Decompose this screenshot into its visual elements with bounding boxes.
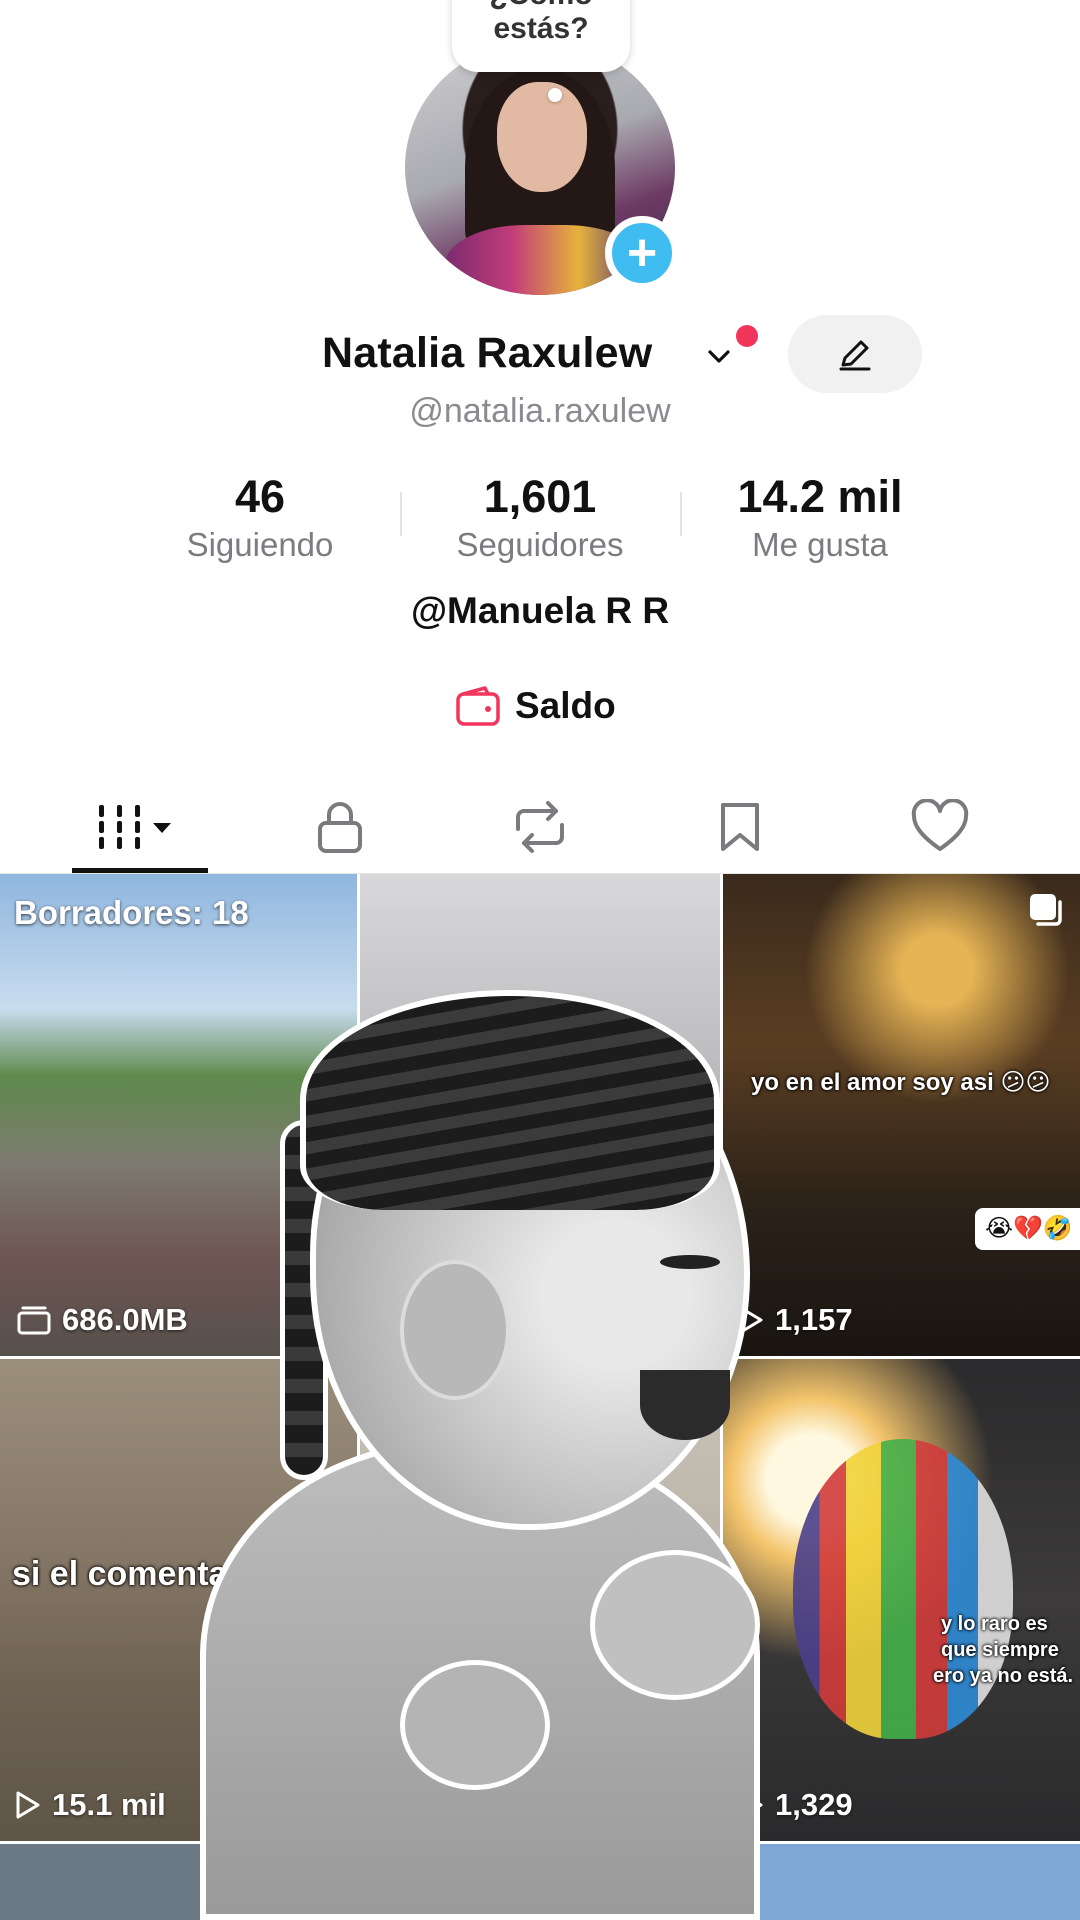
stat-label: Me gusta xyxy=(752,526,888,563)
stat-divider xyxy=(680,492,682,536)
stack-icon xyxy=(17,1306,51,1335)
balance-button[interactable]: Saldo xyxy=(455,680,616,732)
pencil-icon xyxy=(839,340,871,371)
bubble-tail xyxy=(548,88,562,102)
notification-dot xyxy=(736,325,758,347)
emoji-sticker: 😭💔🤣 xyxy=(975,1208,1080,1250)
grid-icon xyxy=(99,805,171,849)
username-handle: @natalia.raxulew xyxy=(409,392,671,430)
profile-stats: 46 Siguiendo 1,601 Seguidores 14.2 mil M… xyxy=(0,470,1080,570)
status-bubble-line1: ¿Cómo xyxy=(452,0,630,12)
balloon-image xyxy=(793,1439,1013,1739)
stat-value: 14.2 mil xyxy=(737,471,903,522)
drafts-size-value: 686.0MB xyxy=(62,1302,188,1337)
play-icon xyxy=(16,1791,40,1819)
video-tile[interactable] xyxy=(723,1844,1080,1920)
plus-icon: + xyxy=(626,224,658,282)
photo-carousel-icon xyxy=(1030,894,1062,926)
laughing-child-sticker xyxy=(200,970,760,1920)
active-tab-indicator xyxy=(72,868,208,873)
tab-private[interactable] xyxy=(240,780,440,874)
stat-value: 46 xyxy=(234,471,286,522)
stat-following[interactable]: 46 Siguiendo xyxy=(140,470,380,566)
heart-icon xyxy=(911,799,969,851)
tab-reposts[interactable] xyxy=(440,780,640,874)
video-tile[interactable]: y lo raro es que siempre ero ya no está.… xyxy=(723,1359,1080,1841)
chevron-down-icon[interactable] xyxy=(707,345,731,369)
tab-saved[interactable] xyxy=(640,780,840,874)
wallet-icon xyxy=(456,686,500,726)
view-count-value: 1,157 xyxy=(775,1302,853,1337)
stat-value: 1,601 xyxy=(483,471,597,522)
bookmark-icon xyxy=(721,803,759,851)
edit-profile-button[interactable] xyxy=(788,315,922,393)
video-tile[interactable]: yo en el amor soy asi 😕😕 😭💔🤣 1,157 xyxy=(723,874,1080,1356)
video-caption: y lo raro es xyxy=(941,1613,1048,1635)
video-caption: yo en el amor soy asi 😕😕 xyxy=(751,1069,1051,1096)
video-caption: si el comenta xyxy=(12,1555,228,1593)
stat-followers[interactable]: 1,601 Seguidores xyxy=(420,470,660,566)
profile-avatar-area: + xyxy=(405,40,679,295)
stat-label: Siguiendo xyxy=(186,526,334,563)
lock-icon xyxy=(318,802,362,853)
profile-tabs xyxy=(0,780,1080,874)
status-bubble[interactable]: ¿Cómo estás? xyxy=(452,0,630,72)
bio-text[interactable]: @Manuela R R xyxy=(0,590,1080,632)
view-count-value: 1,329 xyxy=(775,1787,853,1822)
video-caption: que siempre xyxy=(941,1639,1059,1661)
repost-icon xyxy=(516,801,564,853)
profile-name[interactable]: Natalia Raxulew xyxy=(322,329,652,378)
view-count-value: 15.1 mil xyxy=(52,1787,166,1822)
balance-label: Saldo xyxy=(515,685,616,726)
tab-videos[interactable] xyxy=(40,780,240,874)
tab-liked[interactable] xyxy=(840,780,1040,874)
stat-divider xyxy=(400,492,402,536)
stat-label: Seguidores xyxy=(456,526,624,563)
name-row: Natalia Raxulew xyxy=(0,315,1080,393)
status-bubble-line2: estás? xyxy=(493,12,589,45)
stat-likes[interactable]: 14.2 mil Me gusta xyxy=(700,470,940,566)
view-count: 15.1 mil xyxy=(14,1787,166,1823)
drafts-size: 686.0MB xyxy=(16,1302,188,1338)
drafts-count: Borradores: 18 xyxy=(14,894,249,931)
add-story-button[interactable]: + xyxy=(605,216,679,290)
video-caption: ero ya no está. xyxy=(933,1665,1074,1687)
